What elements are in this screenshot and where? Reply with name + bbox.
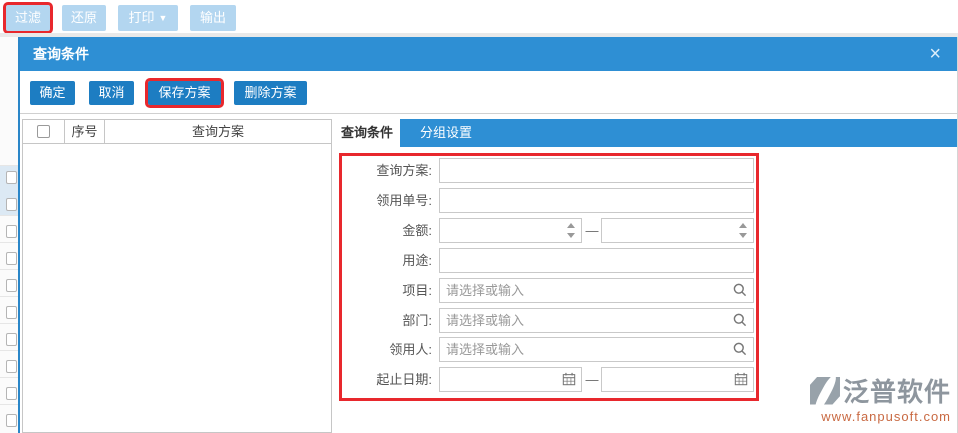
end-date-field [601, 367, 754, 392]
background-row-checkbox [6, 333, 17, 346]
background-row-checkbox [6, 279, 17, 292]
background-row-checkbox [6, 387, 17, 400]
date-range-label: 起止日期: [376, 372, 432, 387]
search-icon[interactable] [732, 282, 748, 303]
query-plan-label: 查询方案: [376, 163, 432, 178]
recipient-label: 领用人: [389, 342, 432, 357]
amount-max-field [601, 218, 754, 243]
recipient-field [439, 337, 754, 362]
query-conditions-dialog: 查询条件 × 确定 取消 保存方案 删除方案 序号 查询方案 查询条件 分组设置… [18, 37, 958, 433]
background-row-checkbox [6, 306, 17, 319]
column-header-plan: 查询方案 [191, 124, 244, 139]
watermark: 泛普软件 www.fanpusoft.com [761, 372, 951, 424]
cancel-button[interactable]: 取消 [89, 81, 134, 105]
requisition-no-label: 领用单号: [376, 193, 432, 208]
purpose-label: 用途: [402, 253, 432, 268]
amount-label: 金额: [402, 223, 432, 238]
amount-min-field [439, 218, 582, 243]
watermark-brand: 泛普软件 [842, 377, 951, 407]
amount-min-spinner[interactable] [565, 221, 577, 240]
amount-min-input[interactable] [439, 218, 582, 243]
header-checkbox-cell [23, 120, 65, 143]
print-button-label: 打印 [128, 10, 155, 25]
chevron-down-icon: ▼ [158, 13, 168, 23]
purpose-input[interactable] [439, 248, 754, 273]
print-button[interactable]: 打印 ▼ [118, 5, 178, 31]
save-plan-button[interactable]: 保存方案 [145, 78, 224, 108]
background-row-checkbox [6, 171, 17, 184]
range-separator: — [585, 372, 599, 387]
export-button[interactable]: 输出 [190, 5, 236, 31]
select-all-checkbox[interactable] [37, 125, 50, 138]
spinner-up-icon[interactable] [739, 223, 747, 228]
recipient-input[interactable] [439, 337, 754, 362]
spinner-down-icon[interactable] [739, 233, 747, 238]
department-input[interactable] [439, 308, 754, 333]
restore-button[interactable]: 还原 [62, 5, 106, 31]
watermark-url: www.fanpusoft.com [821, 409, 951, 424]
project-field [439, 278, 754, 303]
spinner-up-icon[interactable] [567, 223, 575, 228]
filter-button[interactable]: 过滤 [3, 2, 53, 34]
range-separator: — [585, 223, 599, 238]
background-page-fragment [0, 37, 18, 433]
confirm-button[interactable]: 确定 [30, 81, 75, 105]
tab-group-settings[interactable]: 分组设置 [400, 119, 492, 147]
end-date-input[interactable] [601, 367, 754, 392]
department-label: 部门: [402, 313, 432, 328]
tab-bar: 查询条件 分组设置 [334, 119, 957, 147]
requisition-no-input[interactable] [439, 188, 754, 213]
query-plan-input[interactable] [439, 158, 754, 183]
background-row-checkbox [6, 360, 17, 373]
background-row-checkbox [6, 252, 17, 265]
background-row-checkbox [6, 414, 17, 427]
project-label: 项目: [402, 283, 432, 298]
project-input[interactable] [439, 278, 754, 303]
amount-max-spinner[interactable] [737, 221, 749, 240]
amount-max-input[interactable] [601, 218, 754, 243]
background-row-checkbox [6, 225, 17, 238]
fanpu-logo-icon [809, 376, 840, 405]
close-icon[interactable]: × [929, 37, 941, 71]
spinner-down-icon[interactable] [567, 233, 575, 238]
tab-query-conditions[interactable]: 查询条件 [334, 119, 400, 147]
saved-plans-table-header: 序号 查询方案 [23, 120, 331, 144]
calendar-icon[interactable] [562, 372, 576, 391]
start-date-field [439, 367, 582, 392]
dialog-header: 查询条件 × [20, 37, 957, 71]
search-icon[interactable] [732, 312, 748, 333]
start-date-input[interactable] [439, 367, 582, 392]
top-toolbar: 过滤 还原 打印 ▼ 输出 [0, 0, 958, 34]
dialog-title: 查询条件 [33, 46, 89, 62]
background-row-checkbox [6, 198, 17, 211]
search-icon[interactable] [732, 341, 748, 362]
calendar-icon[interactable] [734, 372, 748, 391]
column-header-seq: 序号 [65, 120, 105, 143]
delete-plan-button[interactable]: 删除方案 [234, 81, 307, 105]
saved-plans-table: 序号 查询方案 [22, 119, 332, 433]
department-field [439, 308, 754, 333]
content-divider [20, 113, 957, 114]
